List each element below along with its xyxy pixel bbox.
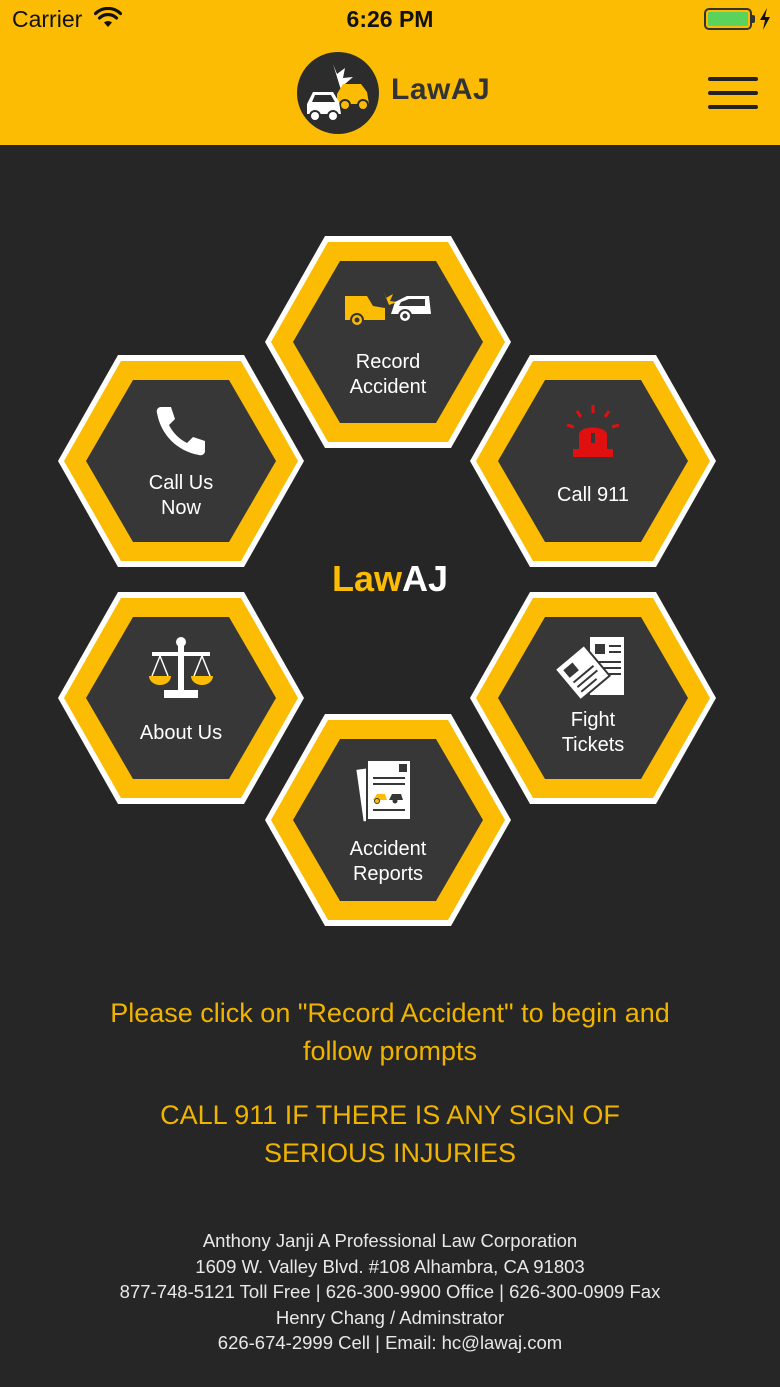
warning-line: CALL 911 IF THERE IS ANY SIGN OF [160,1100,620,1130]
hex-label: Fight Tickets [513,708,673,758]
hexagon-frame [470,355,716,567]
center-brand: LawAJ [290,558,490,600]
prompt-line: Please click on "Record Accident" to beg… [110,998,670,1028]
brand-law: Law [331,558,402,599]
menu-bar-icon [708,77,758,81]
menu-bar-icon [708,105,758,109]
hex-label: Record Accident [308,350,468,400]
contact-footer: Anthony Janji A Professional Law Corpora… [0,1228,780,1356]
menu-bar-icon [708,91,758,95]
footer-administrator: Henry Chang / Adminstrator [275,1306,505,1328]
footer-phone-numbers: 877-748-5121 Toll Free | 626-300-9900 Of… [119,1281,661,1302]
call-911-button[interactable]: Call 911 [468,353,718,569]
battery-icon [704,8,752,30]
label-line: About Us [139,722,223,744]
scales-of-justice-icon [149,637,213,698]
car-crash-icon [345,290,431,327]
hex-label: About Us [101,721,261,746]
hex-label: Call 911 [513,483,673,508]
label-line: Now [160,497,201,519]
label-line: Reports [352,863,424,885]
status-time: 6:26 PM [346,6,434,32]
app-title: LawAJ [391,73,491,106]
label-line: Call Us [148,472,214,494]
hex-label: Accident Reports [308,837,468,887]
siren-alarm-icon [566,405,620,457]
app-header: Carrier 6:26 PM LawAJ [0,0,780,145]
label-line: Accident [349,376,427,398]
hexagon-frame [58,355,304,567]
label-line: Accident [349,838,427,860]
brand-aj: AJ [401,558,449,599]
hex-label: Call Us Now [101,471,261,521]
label-line: Tickets [561,734,625,756]
injury-warning: CALL 911 IF THERE IS ANY SIGN OF SERIOUS… [60,1096,720,1172]
footer-address: 1609 W. Valley Blvd. #108 Alhambra, CA 9… [195,1255,585,1277]
record-accident-prompt: Please click on "Record Accident" to beg… [60,994,720,1070]
accident-reports-button[interactable]: Accident Reports [263,712,513,928]
prompt-line: follow prompts [302,1036,478,1066]
warning-line: SERIOUS INJURIES [263,1138,517,1168]
hamburger-menu-button[interactable] [708,75,760,111]
app-logo [297,52,379,134]
battery-nub [752,15,755,23]
accident-report-document-icon [354,759,412,824]
status-bar: Carrier 6:26 PM [0,0,780,40]
call-us-now-button[interactable]: Call Us Now [56,353,306,569]
footer-firm-name: Anthony Janji A Professional Law Corpora… [202,1230,578,1251]
label-line: Record [355,351,421,373]
car-crash-logo-icon [307,64,369,122]
label-line: Fight [570,709,616,731]
label-line: Call 911 [557,484,629,506]
charging-bolt-icon [760,8,770,30]
footer-contact-email: 626-674-2999 Cell | Email: hc@lawaj.com [217,1332,563,1353]
phone-icon [156,407,205,456]
tickets-icon [555,635,626,702]
